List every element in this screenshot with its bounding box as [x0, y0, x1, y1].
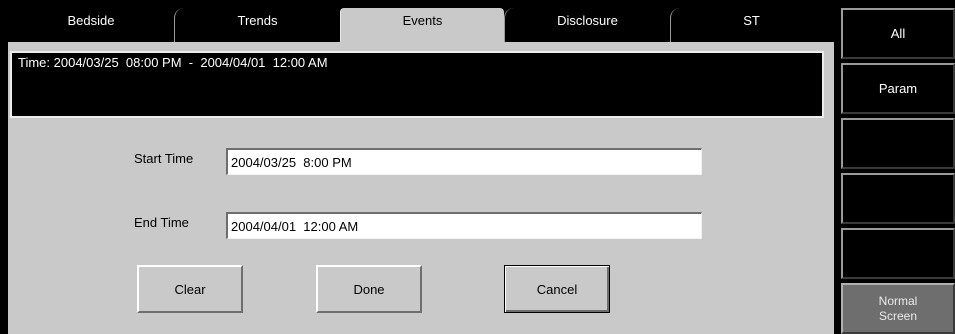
tab-st-label: ST [743, 13, 760, 28]
tab-bar: Bedside Trends Events Disclosure ST [8, 8, 832, 44]
tab-trends-label: Trends [237, 13, 278, 28]
normal-screen-button[interactable]: Normal Screen [841, 283, 955, 334]
side-button-blank-3[interactable] [841, 228, 955, 279]
tab-events-label: Events [402, 13, 443, 28]
tab-st[interactable]: ST [670, 8, 832, 44]
time-range-text: Time: 2004/03/25 08:00 PM - 2004/04/01 1… [18, 55, 328, 70]
all-button-label: All [890, 26, 906, 41]
start-time-value: 2004/03/25 8:00 PM [231, 154, 352, 170]
cancel-button[interactable]: Cancel [504, 265, 610, 313]
tab-bedside-label: Bedside [67, 13, 115, 28]
tab-disclosure-label: Disclosure [557, 13, 618, 28]
side-button-blank-1[interactable] [841, 118, 955, 169]
tab-trends[interactable]: Trends [174, 8, 340, 44]
end-time-value: 2004/04/01 12:00 AM [231, 218, 359, 234]
time-range-display: Time: 2004/03/25 08:00 PM - 2004/04/01 1… [10, 51, 824, 118]
param-button-label: Param [878, 81, 918, 96]
end-time-field[interactable]: 2004/04/01 12:00 AM [226, 212, 702, 239]
start-time-field[interactable]: 2004/03/25 8:00 PM [226, 148, 702, 175]
tab-events[interactable]: Events [340, 8, 504, 44]
side-button-blank-2[interactable] [841, 173, 955, 224]
clear-button-label: Clear [174, 281, 206, 297]
start-time-label: Start Time [134, 151, 194, 166]
done-button[interactable]: Done [316, 265, 422, 313]
cancel-button-label: Cancel [536, 281, 578, 297]
normal-screen-label: Normal Screen [878, 293, 918, 323]
tab-bedside[interactable]: Bedside [8, 8, 174, 44]
all-button[interactable]: All [841, 8, 955, 59]
clear-button[interactable]: Clear [137, 265, 243, 313]
done-button-label: Done [353, 281, 385, 297]
param-button[interactable]: Param [841, 63, 955, 114]
tab-disclosure[interactable]: Disclosure [504, 8, 670, 44]
end-time-label: End Time [134, 215, 189, 230]
